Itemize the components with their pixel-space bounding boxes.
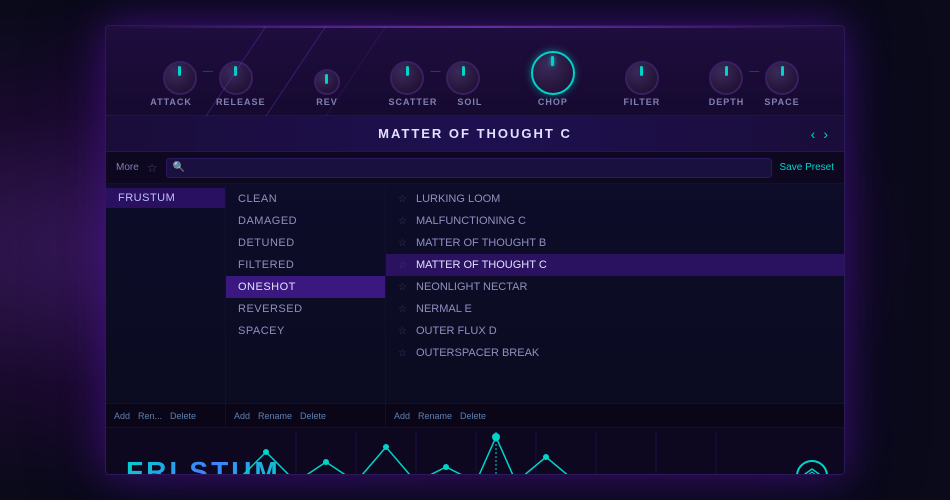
preset-title: MATTER OF THOUGHT C bbox=[378, 126, 572, 141]
depth-label: DEPTH bbox=[709, 97, 745, 107]
space-knob[interactable] bbox=[765, 61, 799, 95]
preset-matter-b[interactable]: ☆ MATTER OF THOUGHT B bbox=[386, 232, 844, 254]
filter-knob[interactable] bbox=[625, 61, 659, 95]
preset-rename-button[interactable]: Rename bbox=[418, 411, 452, 421]
folder-delete-button[interactable]: Delete bbox=[170, 411, 196, 421]
star-outer-flux[interactable]: ☆ bbox=[398, 326, 408, 337]
attack-label: ATTACK bbox=[150, 97, 192, 107]
next-arrow[interactable]: › bbox=[823, 126, 828, 142]
soil-knob[interactable] bbox=[446, 61, 480, 95]
star-nermal-e[interactable]: ☆ bbox=[398, 304, 408, 315]
folder-item-frustum[interactable]: FRUSTUM bbox=[106, 188, 225, 208]
chop-knob[interactable] bbox=[531, 51, 575, 95]
more-button[interactable]: More bbox=[116, 162, 139, 173]
rev-label: REV bbox=[316, 97, 338, 107]
category-column: CLEAN DAMAGED DETUNED FILTERED ONESHOT R… bbox=[226, 184, 386, 403]
release-label: RELEASE bbox=[216, 97, 266, 107]
category-reversed[interactable]: REVERSED bbox=[226, 298, 385, 320]
knob-group-scatter-soil: — SCATTER SOIL bbox=[389, 61, 483, 107]
knob-group-attack-release: — ATTACK RELEASE bbox=[150, 61, 265, 107]
preset-outer-flux[interactable]: ☆ OUTER FLUX D bbox=[386, 320, 844, 342]
prev-arrow[interactable]: ‹ bbox=[811, 126, 816, 142]
star-malfunctioning-c[interactable]: ☆ bbox=[398, 216, 408, 227]
scatter-knob[interactable] bbox=[390, 61, 424, 95]
main-content: FRUSTUM CLEAN DAMAGED DETUNED FILTERED O… bbox=[106, 184, 844, 404]
preset-add-button[interactable]: Add bbox=[394, 411, 410, 421]
star-lurking-loom[interactable]: ☆ bbox=[398, 194, 408, 205]
star-outerspacer[interactable]: ☆ bbox=[398, 348, 408, 359]
release-knob[interactable] bbox=[219, 61, 253, 95]
category-damaged[interactable]: DAMAGED bbox=[226, 210, 385, 232]
preset-column: ☆ LURKING LOOM ☆ MALFUNCTIONING C ☆ MATT… bbox=[386, 184, 844, 403]
preset-nermal-e[interactable]: ☆ NERMAL E bbox=[386, 298, 844, 320]
category-spacey[interactable]: SPACEY bbox=[226, 320, 385, 342]
envelope-display bbox=[236, 432, 756, 475]
category-detuned[interactable]: DETUNED bbox=[226, 232, 385, 254]
preset-lurking-loom[interactable]: ☆ LURKING LOOM bbox=[386, 188, 844, 210]
footer-buttons: Add Ren... Delete Add Rename Delete Add … bbox=[106, 404, 844, 428]
cat-rename-button[interactable]: Rename bbox=[258, 411, 292, 421]
preset-neonlight[interactable]: ☆ NEONLIGHT NECTAR bbox=[386, 276, 844, 298]
nav-arrows: ‹ › bbox=[811, 126, 828, 142]
search-icon: 🔍 bbox=[173, 162, 185, 173]
knob-group-rev: REV bbox=[314, 69, 340, 107]
preset-delete-button[interactable]: Delete bbox=[460, 411, 486, 421]
chop-label: CHOP bbox=[538, 97, 568, 107]
category-clean[interactable]: CLEAN bbox=[226, 188, 385, 210]
knob-group-filter: FILTER bbox=[623, 61, 660, 107]
knob-group-chop: CHOP bbox=[531, 51, 575, 107]
category-oneshot[interactable]: ONESHOT bbox=[226, 276, 385, 298]
cat-add-button[interactable]: Add bbox=[234, 411, 250, 421]
rev-knob[interactable] bbox=[314, 69, 340, 95]
knobs-section: — ATTACK RELEASE REV — SCATTER bbox=[106, 26, 844, 116]
filter-label: FILTER bbox=[623, 97, 660, 107]
preset-matter-c[interactable]: ☆ MATTER OF THOUGHT C bbox=[386, 254, 844, 276]
save-preset-button[interactable]: Save Preset bbox=[780, 162, 834, 173]
preset-malfunctioning-c[interactable]: ☆ MALFUNCTIONING C bbox=[386, 210, 844, 232]
folder-rename-button[interactable]: Ren... bbox=[138, 411, 162, 421]
plugin-window: — ATTACK RELEASE REV — SCATTER bbox=[105, 25, 845, 475]
folder-add-button[interactable]: Add bbox=[114, 411, 130, 421]
knob-group-depth-space: — DEPTH SPACE bbox=[709, 61, 800, 107]
soil-label: SOIL bbox=[457, 97, 482, 107]
footer-left: Add Ren... Delete bbox=[106, 404, 226, 427]
search-input-wrap[interactable]: 🔍 bbox=[166, 158, 772, 178]
scatter-label: SCATTER bbox=[389, 97, 438, 107]
star-filter[interactable]: ☆ bbox=[147, 161, 158, 175]
search-input[interactable] bbox=[189, 162, 765, 173]
star-neonlight[interactable]: ☆ bbox=[398, 282, 408, 293]
title-bar: MATTER OF THOUGHT C ‹ › bbox=[106, 116, 844, 152]
logo-icon bbox=[796, 460, 828, 475]
attack-knob[interactable] bbox=[163, 61, 197, 95]
footer-right: Add Rename Delete bbox=[386, 404, 844, 427]
depth-knob[interactable] bbox=[709, 61, 743, 95]
search-bar: More ☆ 🔍 Save Preset bbox=[106, 152, 844, 184]
space-label: SPACE bbox=[764, 97, 799, 107]
star-matter-c[interactable]: ☆ bbox=[398, 260, 408, 271]
folder-column: FRUSTUM bbox=[106, 184, 226, 403]
category-filtered[interactable]: FILTERED bbox=[226, 254, 385, 276]
preset-outerspacer[interactable]: ☆ OUTERSPACER BREAK bbox=[386, 342, 844, 364]
star-matter-b[interactable]: ☆ bbox=[398, 238, 408, 249]
bottom-section: FRLSTUM bbox=[106, 428, 844, 475]
footer-mid: Add Rename Delete bbox=[226, 404, 386, 427]
cat-delete-button[interactable]: Delete bbox=[300, 411, 326, 421]
